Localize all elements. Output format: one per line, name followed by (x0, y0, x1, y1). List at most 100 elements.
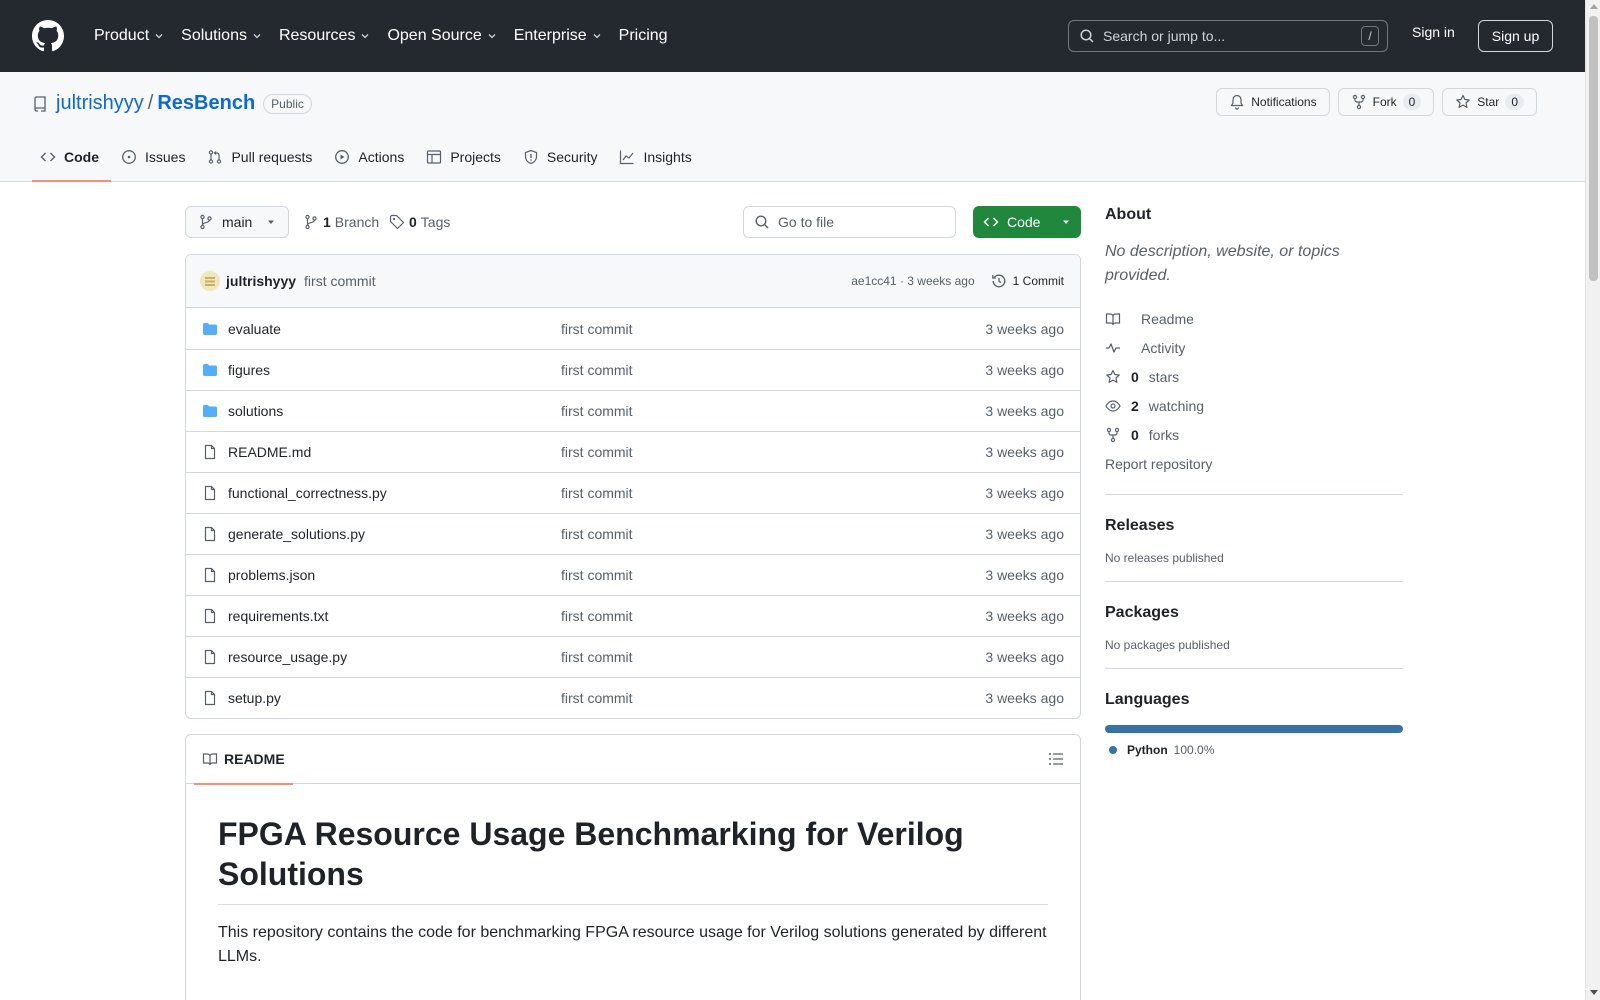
tab-actions[interactable]: Actions (326, 132, 416, 182)
file-name-link[interactable]: solutions (228, 403, 561, 419)
tags-link[interactable]: 0 Tags (389, 214, 450, 230)
chevron-down-icon (153, 30, 165, 42)
scrollbar-thumb[interactable] (1589, 16, 1598, 281)
tab-code[interactable]: Code (32, 132, 111, 182)
language-name: Python (1127, 743, 1168, 757)
sidebar-link-activity[interactable]: Activity (1105, 333, 1403, 362)
repo-tabs: Code Issues Pull requests Actions Projec… (32, 132, 706, 182)
sidebar-link-label: stars (1148, 368, 1180, 385)
caret-down-icon (1061, 217, 1071, 227)
file-commit-message[interactable]: first commit (561, 649, 985, 665)
file-name-link[interactable]: requirements.txt (228, 608, 561, 624)
tab-projects[interactable]: Projects (418, 132, 513, 182)
scroll-down-arrow-icon[interactable] (1590, 990, 1598, 995)
tab-insights[interactable]: Insights (611, 132, 703, 182)
tab-security[interactable]: Security (515, 132, 610, 182)
avatar[interactable] (200, 271, 220, 291)
file-commit-message[interactable]: first commit (561, 485, 985, 501)
sidebar-link-label: Activity (1141, 339, 1186, 356)
table-row[interactable]: requirements.txt first commit 3 weeks ago (186, 595, 1080, 636)
table-row[interactable]: resource_usage.py first commit 3 weeks ago (186, 636, 1080, 677)
table-row[interactable]: evaluate first commit 3 weeks ago (186, 308, 1080, 349)
table-row[interactable]: setup.py first commit 3 weeks ago (186, 677, 1080, 718)
table-row[interactable]: generate_solutions.py first commit 3 weeks… (186, 513, 1080, 554)
star-label: Star (1477, 95, 1500, 109)
outline-list-icon[interactable] (1048, 751, 1064, 767)
file-commit-message[interactable]: first commit (561, 526, 985, 542)
star-button[interactable]: Star 0 (1442, 88, 1537, 116)
folder-icon (202, 403, 218, 419)
file-name-link[interactable]: problems.json (228, 567, 561, 583)
file-commit-message[interactable]: first commit (561, 403, 985, 419)
tab-label: Actions (358, 149, 405, 165)
commit-message[interactable]: first commit (304, 273, 851, 289)
report-repository-link[interactable]: Report repository (1105, 449, 1403, 478)
notifications-label: Notifications (1251, 95, 1317, 109)
global-search[interactable]: Search or jump to... / (1068, 20, 1388, 52)
language-color-dot (1109, 746, 1117, 754)
file-commit-message[interactable]: first commit (561, 567, 985, 583)
table-row[interactable]: README.md first commit 3 weeks ago (186, 431, 1080, 472)
branch-selector[interactable]: main (185, 206, 289, 238)
file-commit-message[interactable]: first commit (561, 362, 985, 378)
nav-resources[interactable]: Resources (271, 16, 379, 56)
file-commit-time: 3 weeks ago (985, 320, 1064, 337)
sign-in-link[interactable]: Sign in (1412, 24, 1455, 40)
sidebar-link-watching[interactable]: 2 watching (1105, 391, 1403, 420)
nav-pricing[interactable]: Pricing (611, 16, 676, 56)
language-item-python[interactable]: Python 100.0% (1105, 743, 1403, 757)
readme-paragraph: This repository contains the code for be… (218, 924, 1047, 965)
folder-icon (202, 362, 218, 378)
commit-author[interactable]: jultrishyyy (226, 273, 296, 289)
file-name-link[interactable]: resource_usage.py (228, 649, 561, 665)
file-name-link[interactable]: evaluate (228, 321, 561, 337)
code-button[interactable]: Code (973, 206, 1081, 238)
file-name-link[interactable]: README.md (228, 444, 561, 460)
star-icon (1455, 94, 1471, 110)
notifications-button[interactable]: Notifications (1216, 88, 1330, 116)
sidebar-link-stars[interactable]: 0 stars (1105, 362, 1403, 391)
sign-up-button[interactable]: Sign up (1478, 20, 1553, 52)
nav-solutions[interactable]: Solutions (173, 16, 271, 56)
branch-icon (198, 214, 214, 230)
branches-link[interactable]: 1 Branch (303, 214, 379, 230)
repo-name-link[interactable]: ResBench (157, 92, 255, 115)
file-name-link[interactable]: generate_solutions.py (228, 526, 561, 542)
tag-label: Tags (420, 214, 451, 230)
sidebar-link-readme[interactable]: Readme (1105, 304, 1403, 333)
table-row[interactable]: functional_correctness.py first commit 3 w… (186, 472, 1080, 513)
table-row[interactable]: problems.json first commit 3 weeks ago (186, 554, 1080, 595)
releases-heading[interactable]: Releases (1105, 517, 1403, 535)
file-commit-message[interactable]: first commit (561, 690, 985, 706)
github-logo-icon[interactable] (32, 20, 64, 52)
scroll-up-arrow-icon[interactable] (1590, 4, 1598, 9)
sidebar-link-forks[interactable]: 0 forks (1105, 420, 1403, 449)
branch-label: Branch (334, 214, 380, 230)
file-commit-message[interactable]: first commit (561, 321, 985, 337)
visibility-badge: Public (263, 93, 312, 114)
fork-button[interactable]: Fork 0 (1337, 88, 1435, 116)
page-scrollbar[interactable] (1585, 0, 1600, 1000)
nav-open-source[interactable]: Open Source (379, 16, 505, 56)
go-to-file-input[interactable]: Go to file (743, 206, 956, 238)
packages-section: Packages No packages published (1105, 581, 1403, 652)
repo-owner-link[interactable]: jultrishyyy (56, 92, 144, 115)
file-commit-message[interactable]: first commit (561, 608, 985, 624)
file-name-link[interactable]: setup.py (228, 690, 561, 706)
tab-pull-requests[interactable]: Pull requests (199, 132, 324, 182)
file-name-link[interactable]: functional_correctness.py (228, 485, 561, 501)
packages-heading[interactable]: Packages (1105, 604, 1403, 622)
file-name-link[interactable]: figures (228, 362, 561, 378)
table-row[interactable]: figures first commit 3 weeks ago (186, 349, 1080, 390)
releases-empty-text: No releases published (1105, 551, 1224, 565)
nav-product[interactable]: Product (86, 16, 173, 56)
file-commit-message[interactable]: first commit (561, 444, 985, 460)
language-bar (1105, 725, 1403, 733)
tab-issues[interactable]: Issues (113, 132, 197, 182)
commit-hash-time[interactable]: ae1cc41 · 3 weeks ago (851, 274, 974, 288)
about-heading: About (1105, 206, 1152, 223)
table-row[interactable]: solutions first commit 3 weeks ago (186, 390, 1080, 431)
readme-tab[interactable]: README (194, 735, 293, 785)
nav-enterprise[interactable]: Enterprise (506, 16, 611, 56)
commit-history-link[interactable]: 1 Commit (991, 273, 1064, 289)
